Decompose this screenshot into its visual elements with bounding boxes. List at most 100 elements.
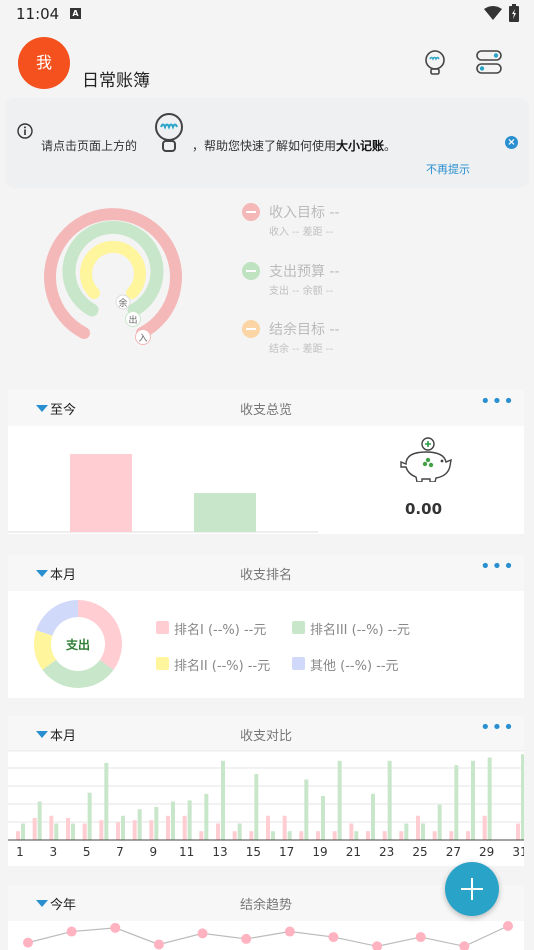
close-icon[interactable]: × bbox=[505, 136, 518, 149]
expense-bar bbox=[287, 831, 292, 840]
income-bar bbox=[82, 823, 87, 840]
status-time: 11:04 bbox=[16, 5, 60, 23]
page-title[interactable]: 日常账簿 bbox=[82, 66, 150, 91]
period-selector[interactable]: 至今 bbox=[50, 399, 76, 418]
income-bar bbox=[149, 820, 154, 840]
balance-goal-title: 结余目标 -- bbox=[269, 322, 340, 338]
more-icon[interactable]: ••• bbox=[480, 719, 515, 737]
card-title: 收支排名 bbox=[240, 568, 293, 583]
x-tick-label: 19 bbox=[312, 845, 327, 859]
expense-bar bbox=[354, 831, 359, 840]
x-tick-label: 27 bbox=[446, 845, 461, 859]
income-goal-sub: 收入 -- 差距 -- bbox=[269, 227, 333, 238]
trend-point bbox=[459, 941, 470, 950]
expense-bar bbox=[454, 765, 459, 840]
expense-bar bbox=[221, 760, 225, 840]
income-bar bbox=[482, 815, 487, 840]
compare-card-header: 本月 收支对比 ••• bbox=[8, 716, 524, 752]
income-bar bbox=[199, 831, 204, 840]
donut-center-label: 支出 bbox=[65, 637, 90, 652]
expense-bar bbox=[154, 807, 159, 840]
donut-slice-3 bbox=[36, 600, 78, 636]
ranking-card: 本月 收支排名 ••• 支出 排名I (--%) --元 排名III (--%)… bbox=[8, 555, 524, 698]
period-selector[interactable]: 今年 bbox=[50, 894, 76, 913]
trend-point bbox=[197, 928, 208, 939]
balance-goal-sub: 结余 -- 差距 -- bbox=[269, 344, 333, 355]
wifi-icon bbox=[484, 6, 502, 20]
expense-bar bbox=[271, 831, 275, 840]
expense-bar bbox=[254, 774, 259, 840]
ranking-donut-chart[interactable]: 支出 bbox=[32, 598, 124, 690]
donut-slice-0 bbox=[78, 600, 122, 670]
expense-bar bbox=[321, 796, 325, 840]
expense-bar bbox=[187, 800, 192, 840]
overview-card-header: 至今 收支总览 ••• bbox=[8, 390, 524, 426]
x-tick-label: 11 bbox=[179, 845, 194, 859]
overview-bar-1 bbox=[194, 493, 256, 532]
trend-point bbox=[153, 939, 164, 950]
more-icon[interactable]: ••• bbox=[480, 558, 515, 576]
trend-line-chart[interactable] bbox=[8, 921, 524, 950]
expense-bar bbox=[21, 823, 25, 840]
expense-bar bbox=[521, 754, 524, 840]
donut-slice-1 bbox=[42, 659, 114, 688]
trend-point bbox=[241, 933, 252, 944]
tip-text-before: 请点击页面上方的 bbox=[41, 139, 138, 153]
overview-total: 0.00 bbox=[405, 500, 443, 518]
piggy-bank-icon[interactable] bbox=[398, 436, 454, 482]
period-selector[interactable]: 本月 bbox=[50, 564, 76, 583]
x-tick-label: 17 bbox=[279, 845, 294, 859]
expense-bar bbox=[171, 801, 175, 840]
income-bar bbox=[132, 820, 137, 840]
expense-bar bbox=[421, 823, 425, 840]
app-screen: 11:04 A 我 日常账簿 请点击页面上方的 ，帮助您快速了解如何使用大小记账… bbox=[0, 0, 534, 950]
dismiss-tip-link[interactable]: 不再提示 bbox=[426, 161, 470, 177]
income-bar bbox=[382, 831, 387, 840]
period-selector[interactable]: 本月 bbox=[50, 725, 76, 744]
x-tick-label: 9 bbox=[150, 845, 158, 859]
income-goal-icon bbox=[242, 203, 260, 221]
income-bar bbox=[416, 815, 420, 840]
notification-icon: A bbox=[70, 8, 81, 19]
more-icon[interactable]: ••• bbox=[480, 393, 515, 411]
balance-ring-label: 余 bbox=[118, 297, 127, 309]
period-dropdown-icon[interactable] bbox=[36, 900, 48, 907]
income-bar bbox=[99, 820, 104, 840]
legend-swatch bbox=[156, 621, 169, 634]
settings-toggle-icon[interactable] bbox=[476, 50, 502, 74]
overview-bar-0 bbox=[70, 454, 132, 532]
expense-budget-sub: 支出 -- 余额 -- bbox=[269, 286, 333, 297]
card-title: 收支总览 bbox=[240, 403, 293, 418]
expense-ring-label: 出 bbox=[128, 314, 137, 326]
period-dropdown-icon[interactable] bbox=[36, 405, 48, 412]
income-bar bbox=[216, 823, 220, 840]
expense-bar bbox=[54, 823, 59, 840]
card-title: 结余趋势 bbox=[240, 898, 293, 913]
x-tick-label: 15 bbox=[246, 845, 261, 859]
income-ring-label: 入 bbox=[138, 333, 147, 344]
income-bar bbox=[249, 831, 254, 840]
legend-label: 排名III (--%) --元 bbox=[310, 623, 411, 638]
expense-bar bbox=[237, 823, 242, 840]
trend-point bbox=[503, 921, 513, 931]
expense-budget-title: 支出预算 -- bbox=[269, 264, 340, 280]
period-dropdown-icon[interactable] bbox=[36, 570, 48, 577]
expense-bar bbox=[104, 763, 109, 840]
x-tick-label: 29 bbox=[479, 845, 494, 859]
compare-bar-chart[interactable]: 1 3 5 7 9 11 13 15 17 19 21 23 25 27 29 31 bbox=[8, 750, 524, 866]
x-tick-label: 7 bbox=[116, 845, 124, 859]
goal-rings-chart[interactable]: 余 出 入 bbox=[38, 206, 188, 351]
expense-bar bbox=[471, 760, 475, 840]
income-bar bbox=[366, 831, 370, 840]
avatar[interactable]: 我 bbox=[18, 37, 70, 89]
lightbulb-icon[interactable] bbox=[424, 50, 446, 76]
income-bar bbox=[49, 815, 54, 840]
x-tick-label: 5 bbox=[83, 845, 91, 859]
expense-bar bbox=[37, 801, 42, 840]
expense-bar bbox=[304, 779, 309, 840]
x-tick-label: 13 bbox=[212, 845, 227, 859]
legend-swatch bbox=[292, 621, 305, 634]
add-record-button[interactable] bbox=[445, 862, 499, 916]
expense-bar bbox=[137, 809, 142, 840]
period-dropdown-icon[interactable] bbox=[36, 731, 48, 738]
